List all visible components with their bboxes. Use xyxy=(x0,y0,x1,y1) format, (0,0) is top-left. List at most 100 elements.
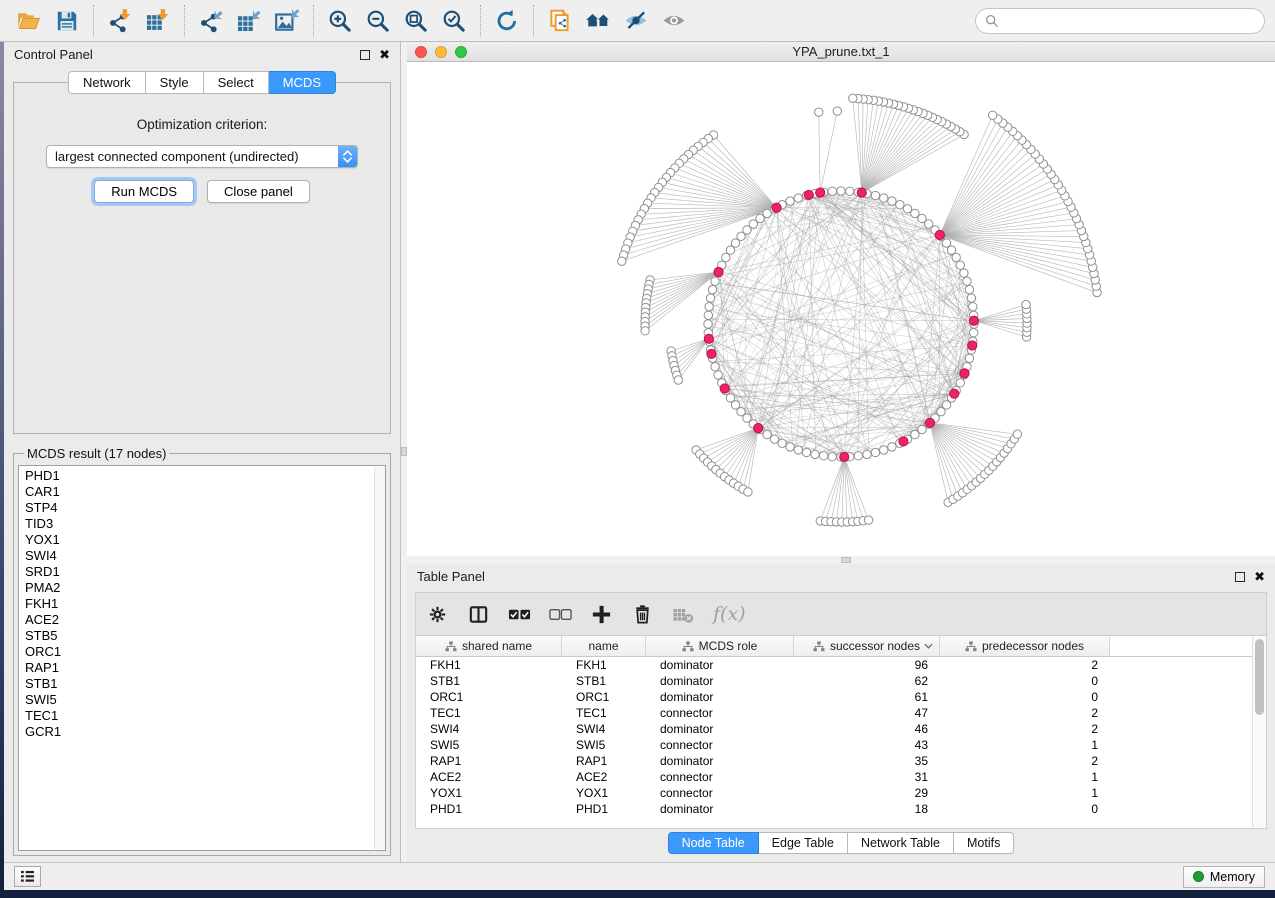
memory-button[interactable]: Memory xyxy=(1183,866,1265,888)
cell-successor-nodes[interactable]: 18 xyxy=(794,802,940,816)
result-node[interactable]: STP4 xyxy=(25,500,385,516)
tab-node-table[interactable]: Node Table xyxy=(668,832,759,854)
cell-shared-name[interactable]: FKH1 xyxy=(416,658,562,672)
network-canvas[interactable] xyxy=(407,62,1275,556)
table-scrollbar[interactable] xyxy=(1252,636,1266,828)
cell-predecessor-nodes[interactable]: 0 xyxy=(940,802,1110,816)
select-all-columns-button[interactable] xyxy=(508,599,531,629)
result-node[interactable]: PMA2 xyxy=(25,580,385,596)
cell-predecessor-nodes[interactable]: 2 xyxy=(940,722,1110,736)
cell-shared-name[interactable]: TEC1 xyxy=(416,706,562,720)
tab-network[interactable]: Network xyxy=(68,71,146,94)
result-node[interactable]: SRD1 xyxy=(25,564,385,580)
save-session-button[interactable] xyxy=(48,4,86,38)
table-settings-gear-button[interactable] xyxy=(426,599,449,629)
table-row[interactable]: SWI4SWI4dominator462 xyxy=(416,721,1266,737)
cell-MCDS-role[interactable]: connector xyxy=(646,738,794,752)
close-panel-icon[interactable]: ✖ xyxy=(379,50,390,60)
cell-successor-nodes[interactable]: 47 xyxy=(794,706,940,720)
cell-predecessor-nodes[interactable]: 1 xyxy=(940,770,1110,784)
cell-predecessor-nodes[interactable]: 2 xyxy=(940,658,1110,672)
cell-name[interactable]: FKH1 xyxy=(562,658,646,672)
cell-name[interactable]: ORC1 xyxy=(562,690,646,704)
cell-predecessor-nodes[interactable]: 0 xyxy=(940,674,1110,688)
cell-MCDS-role[interactable]: connector xyxy=(646,786,794,800)
tab-select[interactable]: Select xyxy=(204,71,269,94)
cell-shared-name[interactable]: PHD1 xyxy=(416,802,562,816)
result-node[interactable]: ORC1 xyxy=(25,644,385,660)
close-panel-button[interactable]: Close panel xyxy=(207,180,310,203)
result-node[interactable]: SWI5 xyxy=(25,692,385,708)
float-panel-icon[interactable] xyxy=(360,50,370,60)
result-node[interactable]: YOX1 xyxy=(25,532,385,548)
cell-shared-name[interactable]: SWI4 xyxy=(416,722,562,736)
cell-MCDS-role[interactable]: dominator xyxy=(646,658,794,672)
cell-predecessor-nodes[interactable]: 0 xyxy=(940,690,1110,704)
column-header-shared-name[interactable]: shared name xyxy=(416,636,562,656)
table-row[interactable]: TEC1TEC1connector472 xyxy=(416,705,1266,721)
result-node[interactable]: CAR1 xyxy=(25,484,385,500)
column-header-MCDS-role[interactable]: MCDS role xyxy=(646,636,794,656)
tab-network-table[interactable]: Network Table xyxy=(848,832,954,854)
cell-predecessor-nodes[interactable]: 2 xyxy=(940,706,1110,720)
cell-name[interactable]: SWI4 xyxy=(562,722,646,736)
cell-shared-name[interactable]: ORC1 xyxy=(416,690,562,704)
zoom-out-button[interactable] xyxy=(359,4,397,38)
cell-successor-nodes[interactable]: 96 xyxy=(794,658,940,672)
float-table-panel-icon[interactable] xyxy=(1235,572,1245,582)
table-row[interactable]: RAP1RAP1dominator352 xyxy=(416,753,1266,769)
import-network-button[interactable] xyxy=(101,4,139,38)
mcds-result-listbox[interactable]: PHD1CAR1STP4TID3YOX1SWI4SRD1PMA2FKH1ACE2… xyxy=(18,465,386,851)
zoom-selected-button[interactable] xyxy=(435,4,473,38)
cell-successor-nodes[interactable]: 62 xyxy=(794,674,940,688)
toggle-graphics-details-button[interactable] xyxy=(617,4,655,38)
cell-MCDS-role[interactable]: connector xyxy=(646,706,794,720)
column-header-predecessor-nodes[interactable]: predecessor nodes xyxy=(940,636,1110,656)
cell-name[interactable]: STB1 xyxy=(562,674,646,688)
list-scrollbar[interactable] xyxy=(374,467,385,849)
cell-successor-nodes[interactable]: 35 xyxy=(794,754,940,768)
delete-column-button[interactable] xyxy=(631,599,654,629)
cell-MCDS-role[interactable]: dominator xyxy=(646,722,794,736)
result-node[interactable]: PHD1 xyxy=(25,468,385,484)
export-network-button[interactable] xyxy=(192,4,230,38)
cell-name[interactable]: PHD1 xyxy=(562,802,646,816)
cell-MCDS-role[interactable]: connector xyxy=(646,770,794,784)
cell-MCDS-role[interactable]: dominator xyxy=(646,674,794,688)
export-image-button[interactable] xyxy=(268,4,306,38)
cell-MCDS-role[interactable]: dominator xyxy=(646,802,794,816)
export-table-button[interactable] xyxy=(230,4,268,38)
cell-predecessor-nodes[interactable]: 1 xyxy=(940,738,1110,752)
search-input[interactable] xyxy=(1005,13,1255,28)
tab-edge-table[interactable]: Edge Table xyxy=(759,832,848,854)
horizontal-splitter[interactable] xyxy=(407,556,1275,564)
result-node[interactable]: SWI4 xyxy=(25,548,385,564)
deselect-all-columns-button[interactable] xyxy=(549,599,572,629)
table-row[interactable]: SWI5SWI5connector431 xyxy=(416,737,1266,753)
task-history-button[interactable] xyxy=(14,866,41,887)
result-node[interactable]: STB5 xyxy=(25,628,385,644)
cell-shared-name[interactable]: STB1 xyxy=(416,674,562,688)
column-header-successor-nodes[interactable]: successor nodes xyxy=(794,636,940,656)
refresh-layout-button[interactable] xyxy=(488,4,526,38)
clone-network-button[interactable] xyxy=(541,4,579,38)
cell-successor-nodes[interactable]: 43 xyxy=(794,738,940,752)
cell-MCDS-role[interactable]: dominator xyxy=(646,754,794,768)
cell-shared-name[interactable]: ACE2 xyxy=(416,770,562,784)
birds-eye-view-button[interactable] xyxy=(655,4,693,38)
cell-MCDS-role[interactable]: dominator xyxy=(646,690,794,704)
result-node[interactable]: TID3 xyxy=(25,516,385,532)
cell-name[interactable]: RAP1 xyxy=(562,754,646,768)
zoom-fit-button[interactable] xyxy=(397,4,435,38)
import-table-button[interactable] xyxy=(139,4,177,38)
cell-successor-nodes[interactable]: 61 xyxy=(794,690,940,704)
column-layout-button[interactable] xyxy=(467,599,490,629)
result-node[interactable]: FKH1 xyxy=(25,596,385,612)
cell-successor-nodes[interactable]: 46 xyxy=(794,722,940,736)
table-row[interactable]: STB1STB1dominator620 xyxy=(416,673,1266,689)
result-node[interactable]: ACE2 xyxy=(25,612,385,628)
cell-name[interactable]: YOX1 xyxy=(562,786,646,800)
tab-style[interactable]: Style xyxy=(146,71,204,94)
cell-name[interactable]: TEC1 xyxy=(562,706,646,720)
cell-successor-nodes[interactable]: 29 xyxy=(794,786,940,800)
